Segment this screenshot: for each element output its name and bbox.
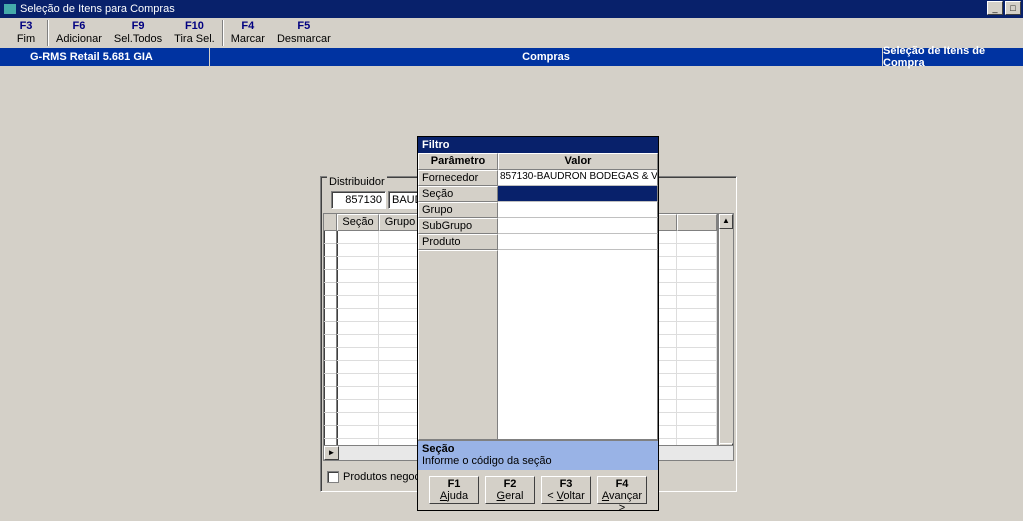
- window-title: Seleção de Itens para Compras: [20, 3, 175, 15]
- toolbar-fim[interactable]: F3 Fim: [6, 20, 46, 46]
- header-screen: Seleção de Itens de Compra: [883, 48, 1023, 66]
- filtro-dialog: Filtro Parâmetro Valor Fornecedor 857130…: [417, 136, 659, 511]
- filtro-btn-geral[interactable]: F2 Geral: [485, 476, 535, 504]
- row-checkbox[interactable]: [324, 283, 336, 296]
- row-checkbox[interactable]: [324, 296, 336, 309]
- scroll-right-icon[interactable]: ►: [324, 446, 339, 460]
- window-titlebar: Seleção de Itens para Compras _ □: [0, 0, 1023, 18]
- minimize-button[interactable]: _: [987, 1, 1003, 15]
- filtro-produto-value[interactable]: [498, 234, 658, 250]
- filtro-row-secao[interactable]: Seção: [418, 186, 658, 202]
- toolbar-separator: [47, 20, 49, 46]
- filtro-subgrupo-value[interactable]: [498, 218, 658, 234]
- filtro-valor-empty: [498, 250, 658, 440]
- filtro-secao-value[interactable]: [498, 186, 658, 202]
- distribuidor-code-input[interactable]: [331, 191, 386, 209]
- filtro-hint: Seção Informe o código da seção: [418, 440, 658, 470]
- grid-vertical-scrollbar[interactable]: ▲ ▼: [718, 213, 734, 459]
- row-checkbox[interactable]: [324, 374, 336, 387]
- main-toolbar: F3 Fim F6 Adicionar F9 Sel.Todos F10 Tir…: [0, 18, 1023, 48]
- row-checkbox[interactable]: [324, 426, 336, 439]
- filtro-fornecedor-value[interactable]: 857130-BAUDRON BODEGAS & VINEDOS S.A: [498, 170, 658, 186]
- header-app: G-RMS Retail 5.681 GIA: [0, 48, 210, 66]
- maximize-button[interactable]: □: [1005, 1, 1021, 15]
- row-checkbox[interactable]: [324, 231, 336, 244]
- col-secao[interactable]: Seção: [337, 214, 379, 231]
- filtro-btn-avancar[interactable]: F4 Avançar >: [597, 476, 647, 504]
- filtro-btn-ajuda[interactable]: F1 Ajuda: [429, 476, 479, 504]
- row-checkbox[interactable]: [324, 322, 336, 335]
- row-checkbox[interactable]: [324, 387, 336, 400]
- grid-check-column: [323, 213, 337, 459]
- row-checkbox[interactable]: [324, 335, 336, 348]
- filtro-col-parametro: Parâmetro: [418, 153, 498, 170]
- filtro-row-subgrupo[interactable]: SubGrupo: [418, 218, 658, 234]
- filtro-row-produto[interactable]: Produto: [418, 234, 658, 250]
- filtro-btn-voltar[interactable]: F3 < Voltar: [541, 476, 591, 504]
- row-checkbox[interactable]: [324, 348, 336, 361]
- distribuidor-group-label: Distribuidor: [327, 176, 387, 188]
- toolbar-adicionar[interactable]: F6 Adicionar: [50, 20, 108, 46]
- row-checkbox[interactable]: [324, 257, 336, 270]
- workspace: Distribuidor: [0, 66, 1023, 521]
- filtro-param-empty: [418, 250, 498, 440]
- row-checkbox[interactable]: [324, 413, 336, 426]
- toolbar-sel-todos[interactable]: F9 Sel.Todos: [108, 20, 168, 46]
- col-grupo[interactable]: Grupo: [379, 214, 421, 231]
- row-checkbox[interactable]: [324, 270, 336, 283]
- row-checkbox[interactable]: [324, 244, 336, 257]
- filtro-grupo-value[interactable]: [498, 202, 658, 218]
- filtro-hint-title: Seção: [422, 443, 454, 455]
- toolbar-desmarcar[interactable]: F5 Desmarcar: [271, 20, 337, 46]
- filtro-row-grupo[interactable]: Grupo: [418, 202, 658, 218]
- toolbar-separator: [222, 20, 224, 46]
- header-module: Compras: [210, 48, 883, 66]
- scroll-up-icon[interactable]: ▲: [719, 214, 733, 229]
- toolbar-marcar[interactable]: F4 Marcar: [225, 20, 271, 46]
- app-icon: [4, 4, 16, 14]
- row-checkbox[interactable]: [324, 309, 336, 322]
- filtro-row-fornecedor[interactable]: Fornecedor 857130-BAUDRON BODEGAS & VINE…: [418, 170, 658, 186]
- header-bars: G-RMS Retail 5.681 GIA Compras Seleção d…: [0, 48, 1023, 66]
- toolbar-tira-sel[interactable]: F10 Tira Sel.: [168, 20, 221, 46]
- filtro-title: Filtro: [418, 137, 658, 153]
- filtro-col-valor: Valor: [498, 153, 658, 170]
- row-checkbox[interactable]: [324, 361, 336, 374]
- produtos-negociados-checkbox[interactable]: [327, 471, 339, 483]
- row-checkbox[interactable]: [324, 400, 336, 413]
- filtro-hint-text: Informe o código da seção: [422, 455, 552, 467]
